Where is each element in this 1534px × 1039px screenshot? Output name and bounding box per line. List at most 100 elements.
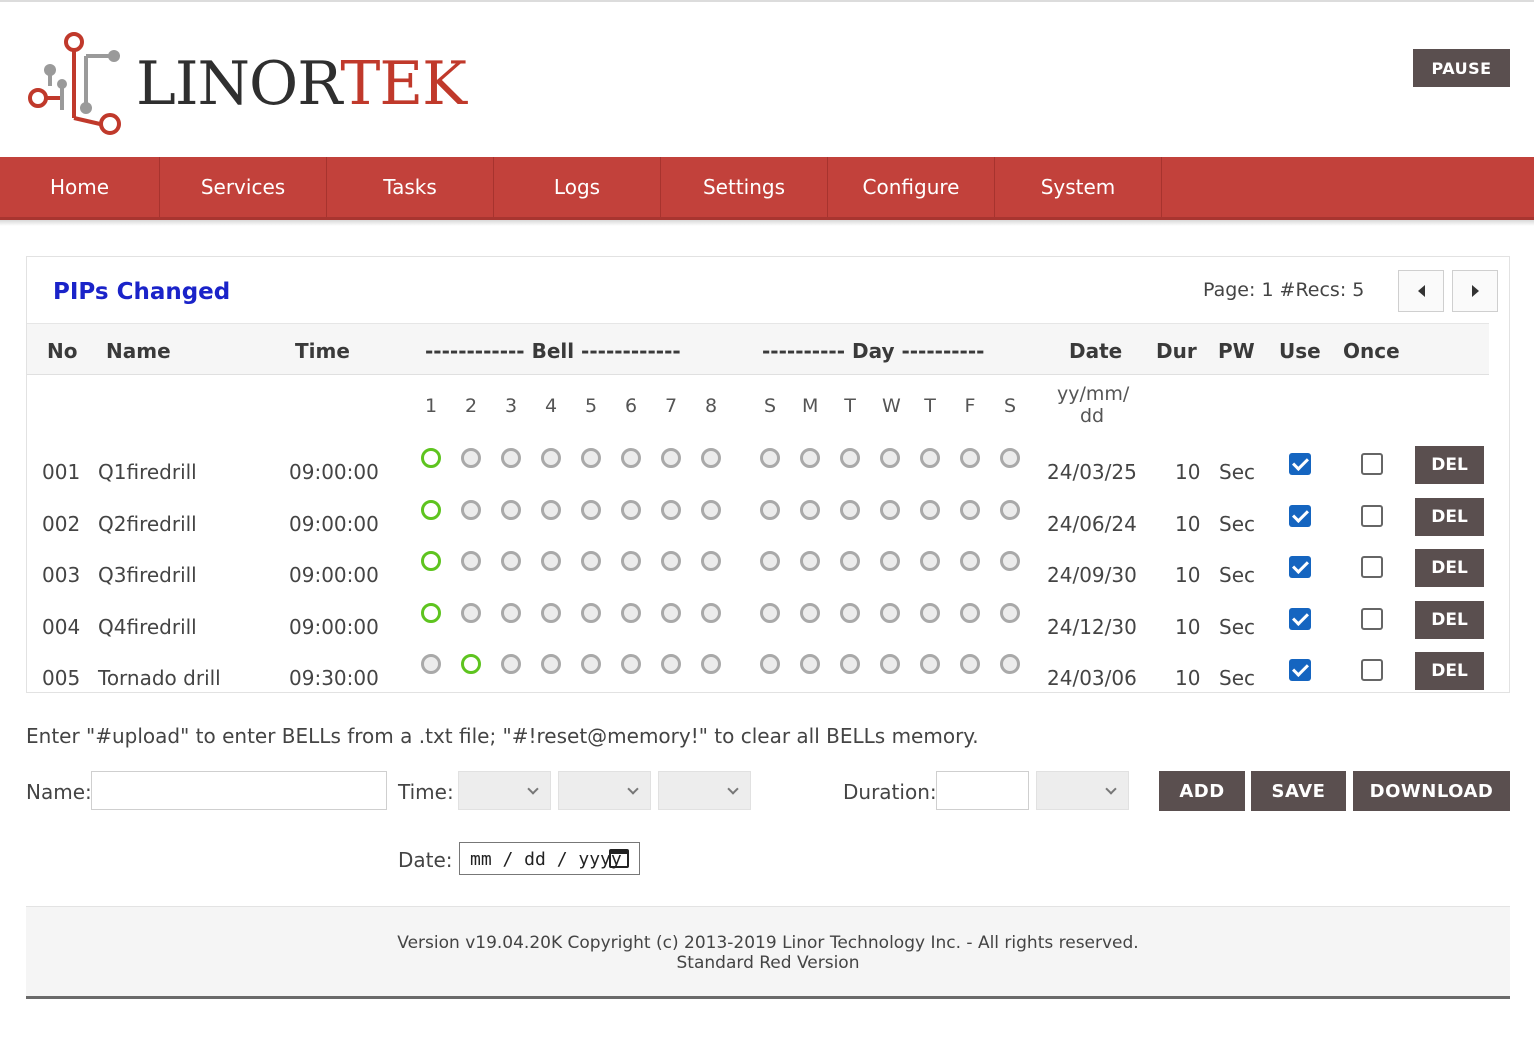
day-1-toggle[interactable]: [800, 551, 820, 571]
bell-2-toggle[interactable]: [461, 654, 481, 674]
bell-4-toggle[interactable]: [541, 448, 561, 468]
delete-button[interactable]: DEL: [1415, 652, 1484, 690]
day-3-toggle[interactable]: [880, 654, 900, 674]
once-checkbox[interactable]: [1361, 608, 1383, 630]
bell-4-toggle[interactable]: [541, 500, 561, 520]
bell-3-toggle[interactable]: [501, 654, 521, 674]
next-page-button[interactable]: [1452, 270, 1498, 312]
day-6-toggle[interactable]: [1000, 448, 1020, 468]
use-checkbox[interactable]: [1289, 608, 1311, 630]
day-0-toggle[interactable]: [760, 551, 780, 571]
use-checkbox[interactable]: [1289, 453, 1311, 475]
day-1-toggle[interactable]: [800, 448, 820, 468]
day-2-toggle[interactable]: [840, 603, 860, 623]
time-hour-select[interactable]: [458, 771, 551, 810]
bell-1-toggle[interactable]: [421, 603, 441, 623]
bell-5-toggle[interactable]: [581, 551, 601, 571]
day-2-toggle[interactable]: [840, 654, 860, 674]
bell-7-toggle[interactable]: [661, 551, 681, 571]
bell-6-toggle[interactable]: [621, 448, 641, 468]
bell-6-toggle[interactable]: [621, 551, 641, 571]
day-3-toggle[interactable]: [880, 603, 900, 623]
use-checkbox[interactable]: [1289, 505, 1311, 527]
nav-tasks[interactable]: Tasks: [327, 157, 494, 217]
bell-6-toggle[interactable]: [621, 500, 641, 520]
delete-button[interactable]: DEL: [1415, 446, 1484, 484]
day-1-toggle[interactable]: [800, 500, 820, 520]
bell-5-toggle[interactable]: [581, 654, 601, 674]
name-input[interactable]: [91, 771, 387, 810]
delete-button[interactable]: DEL: [1415, 601, 1484, 639]
bell-3-toggle[interactable]: [501, 448, 521, 468]
day-6-toggle[interactable]: [1000, 654, 1020, 674]
day-4-toggle[interactable]: [920, 500, 940, 520]
day-3-toggle[interactable]: [880, 551, 900, 571]
day-1-toggle[interactable]: [800, 603, 820, 623]
nav-settings[interactable]: Settings: [661, 157, 828, 217]
use-checkbox[interactable]: [1289, 556, 1311, 578]
day-0-toggle[interactable]: [760, 448, 780, 468]
bell-2-toggle[interactable]: [461, 603, 481, 623]
once-checkbox[interactable]: [1361, 505, 1383, 527]
bell-7-toggle[interactable]: [661, 448, 681, 468]
download-button[interactable]: DOWNLOAD: [1353, 771, 1510, 811]
bell-1-toggle[interactable]: [421, 448, 441, 468]
bell-7-toggle[interactable]: [661, 654, 681, 674]
bell-8-toggle[interactable]: [701, 500, 721, 520]
date-input[interactable]: mm / dd / yyyy: [459, 842, 640, 875]
prev-page-button[interactable]: [1398, 270, 1444, 312]
day-5-toggle[interactable]: [960, 448, 980, 468]
bell-2-toggle[interactable]: [461, 500, 481, 520]
bell-1-toggle[interactable]: [421, 551, 441, 571]
day-3-toggle[interactable]: [880, 500, 900, 520]
time-minute-select[interactable]: [558, 771, 651, 810]
nav-system[interactable]: System: [995, 157, 1162, 217]
bell-5-toggle[interactable]: [581, 603, 601, 623]
day-2-toggle[interactable]: [840, 448, 860, 468]
bell-6-toggle[interactable]: [621, 654, 641, 674]
bell-8-toggle[interactable]: [701, 551, 721, 571]
day-2-toggle[interactable]: [840, 551, 860, 571]
save-button[interactable]: SAVE: [1251, 771, 1346, 811]
day-1-toggle[interactable]: [800, 654, 820, 674]
pause-button[interactable]: PAUSE: [1413, 49, 1510, 87]
day-4-toggle[interactable]: [920, 603, 940, 623]
day-0-toggle[interactable]: [760, 500, 780, 520]
bell-1-toggle[interactable]: [421, 500, 441, 520]
day-4-toggle[interactable]: [920, 448, 940, 468]
bell-6-toggle[interactable]: [621, 603, 641, 623]
day-6-toggle[interactable]: [1000, 551, 1020, 571]
use-checkbox[interactable]: [1289, 659, 1311, 681]
bell-2-toggle[interactable]: [461, 448, 481, 468]
nav-configure[interactable]: Configure: [828, 157, 995, 217]
day-0-toggle[interactable]: [760, 654, 780, 674]
day-4-toggle[interactable]: [920, 551, 940, 571]
bell-3-toggle[interactable]: [501, 500, 521, 520]
duration-input[interactable]: [936, 771, 1029, 810]
add-button[interactable]: ADD: [1159, 771, 1245, 811]
once-checkbox[interactable]: [1361, 453, 1383, 475]
bell-3-toggle[interactable]: [501, 551, 521, 571]
day-4-toggle[interactable]: [920, 654, 940, 674]
bell-1-toggle[interactable]: [421, 654, 441, 674]
day-5-toggle[interactable]: [960, 500, 980, 520]
once-checkbox[interactable]: [1361, 556, 1383, 578]
bell-4-toggle[interactable]: [541, 551, 561, 571]
bell-2-toggle[interactable]: [461, 551, 481, 571]
calendar-icon[interactable]: [609, 849, 629, 868]
day-6-toggle[interactable]: [1000, 500, 1020, 520]
day-2-toggle[interactable]: [840, 500, 860, 520]
day-6-toggle[interactable]: [1000, 603, 1020, 623]
day-0-toggle[interactable]: [760, 603, 780, 623]
once-checkbox[interactable]: [1361, 659, 1383, 681]
bell-8-toggle[interactable]: [701, 654, 721, 674]
day-3-toggle[interactable]: [880, 448, 900, 468]
bell-8-toggle[interactable]: [701, 448, 721, 468]
day-5-toggle[interactable]: [960, 654, 980, 674]
bell-3-toggle[interactable]: [501, 603, 521, 623]
day-5-toggle[interactable]: [960, 551, 980, 571]
linortek-logo[interactable]: LINORTEK: [26, 30, 467, 138]
day-5-toggle[interactable]: [960, 603, 980, 623]
duration-unit-select[interactable]: [1036, 771, 1129, 810]
nav-home[interactable]: Home: [0, 157, 160, 217]
